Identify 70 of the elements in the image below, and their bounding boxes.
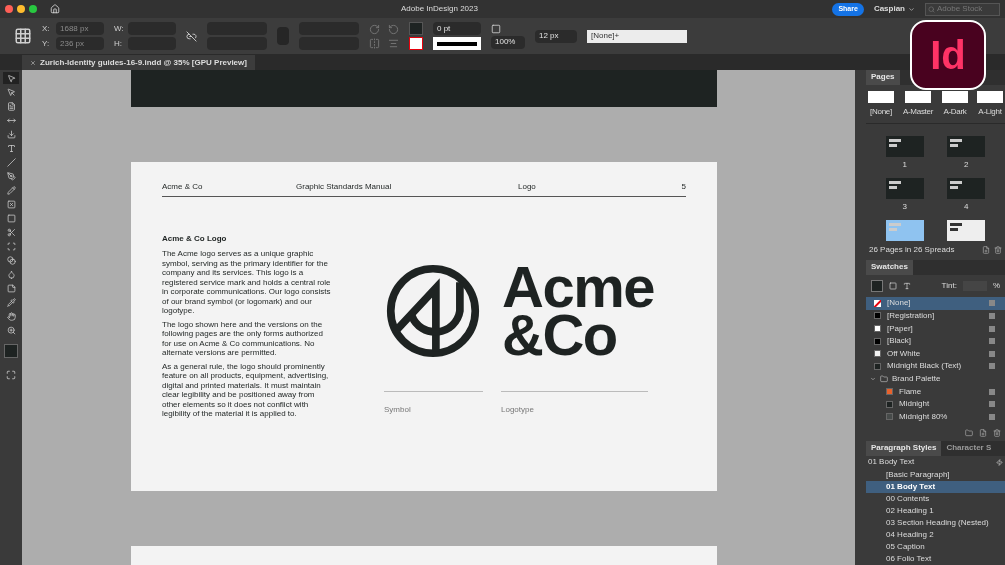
running-header-text: Logo <box>518 181 537 193</box>
x-field[interactable]: 1688 px <box>56 22 104 35</box>
running-header-text: Acme & Co <box>162 181 204 193</box>
pages-status-text: 26 Pages in 26 Spreads <box>869 244 956 257</box>
master-label: A-Light <box>978 105 1002 118</box>
section-heading: Acme & Co Logo <box>162 233 228 245</box>
swatch-row[interactable]: Midnight 80% <box>866 410 1005 423</box>
page-number: 2 <box>964 158 969 171</box>
logotype-text: Acme <box>502 263 655 311</box>
scale-field[interactable]: 100% <box>491 35 525 49</box>
swatch-name: [None] <box>887 297 912 310</box>
swatch-name: Off White <box>887 347 922 360</box>
swatch-row[interactable]: Midnight <box>866 397 1005 411</box>
swatch-name: [Paper] <box>887 322 914 335</box>
swatch-row[interactable]: [Black] <box>866 334 1005 348</box>
logotype-text: &Co <box>502 311 617 359</box>
style-item[interactable]: 04 Heading 2 <box>866 529 1005 541</box>
style-item[interactable]: 03 Section Heading (Nested) <box>866 517 1005 529</box>
page-number: 1 <box>902 158 907 171</box>
swatch-name: [Black] <box>887 335 912 348</box>
object-style-field[interactable]: [None]+ <box>587 29 687 43</box>
percent-label: % <box>992 279 1000 292</box>
panel-tab[interactable]: Pages <box>866 70 900 85</box>
page-number: 3 <box>902 200 907 213</box>
user-menu[interactable]: Caspian <box>873 3 915 15</box>
running-header-text: Graphic Standards Manual <box>296 181 393 193</box>
caption-text: Logotype <box>501 405 534 414</box>
swatch-name: Flame <box>899 385 923 398</box>
page-number: 4 <box>964 200 969 213</box>
h-label: H: <box>114 37 123 50</box>
master-label: A-Dark <box>943 105 967 118</box>
y-field[interactable]: 236 px <box>56 37 104 50</box>
master-label: A-Master <box>902 105 934 118</box>
tint-label: Tint: <box>941 279 957 292</box>
swatch-name: [Registration] <box>887 309 936 322</box>
style-item[interactable]: 00 Contents <box>866 493 1005 505</box>
swatch-group-row[interactable]: Brand Palette <box>866 372 1005 386</box>
y-label: Y: <box>42 37 51 50</box>
panel-tab[interactable]: Swatches <box>866 259 913 275</box>
style-item[interactable]: [Basic Paragraph] <box>866 469 1005 481</box>
app-logo: Id <box>910 20 986 90</box>
style-item[interactable]: 02 Heading 1 <box>866 505 1005 517</box>
master-label: [None] <box>870 105 892 118</box>
running-header-text: 5 <box>681 181 686 193</box>
style-item[interactable]: 06 Folio Text <box>866 553 1005 565</box>
window-title: Adobe InDesign 2023 <box>401 3 478 15</box>
panel-tab[interactable]: Character S <box>941 440 997 456</box>
swatch-group-name: Brand Palette <box>892 372 941 385</box>
body-paragraph: The Acme logo serves as a unique graphic symbol, serving as the primary identifier for the company and its services. This logo is a registered service mark and holds a central role in corporate communications. Our logo consists of our brand symbol (or logomark) and our logotype. <box>162 249 332 316</box>
swatch-row[interactable]: Flame <box>866 385 1005 398</box>
w-label: W: <box>114 22 124 35</box>
swatch-name: Midnight Black (Text) <box>887 360 963 373</box>
x-label: X: <box>42 22 51 35</box>
style-item[interactable]: 01 Body Text <box>866 481 1005 493</box>
swatch-row[interactable]: Off White <box>866 347 1005 360</box>
body-paragraph: The logo shown here and the versions on the following pages are the only forms authorized for use on Acme & Co communications. No alternate versions are permitted. <box>162 319 324 358</box>
gutter-field[interactable]: 12 px <box>535 29 577 43</box>
swatch-row[interactable]: [Paper] <box>866 322 1005 335</box>
body-paragraph: As a general rule, the logo should prominently feature on all products, equipment, advertising, digital and printed materials. It must maintain clear legibility and be positioned away from other elements so it does not conflict with legibility of the material it is applied to. <box>162 361 330 419</box>
swatch-name: Midnight <box>899 398 931 411</box>
panel-tab[interactable]: Paragraph Styles <box>866 440 942 456</box>
caption-text: Symbol <box>384 405 411 414</box>
style-item[interactable]: 05 Caption <box>866 541 1005 553</box>
document-tab[interactable]: Zurich-Identity guides-16-9.indd @ 35% [GPU Preview] <box>22 55 255 70</box>
swatch-row[interactable]: [None] <box>866 297 1005 310</box>
current-style-text: 01 Body Text <box>868 456 916 469</box>
swatch-name: Midnight 80% <box>899 410 949 423</box>
stroke-weight-field[interactable]: 0 pt <box>433 22 481 35</box>
swatch-row[interactable]: Midnight Black (Text) <box>866 360 1005 373</box>
swatch-row[interactable]: [Registration] <box>866 309 1005 323</box>
